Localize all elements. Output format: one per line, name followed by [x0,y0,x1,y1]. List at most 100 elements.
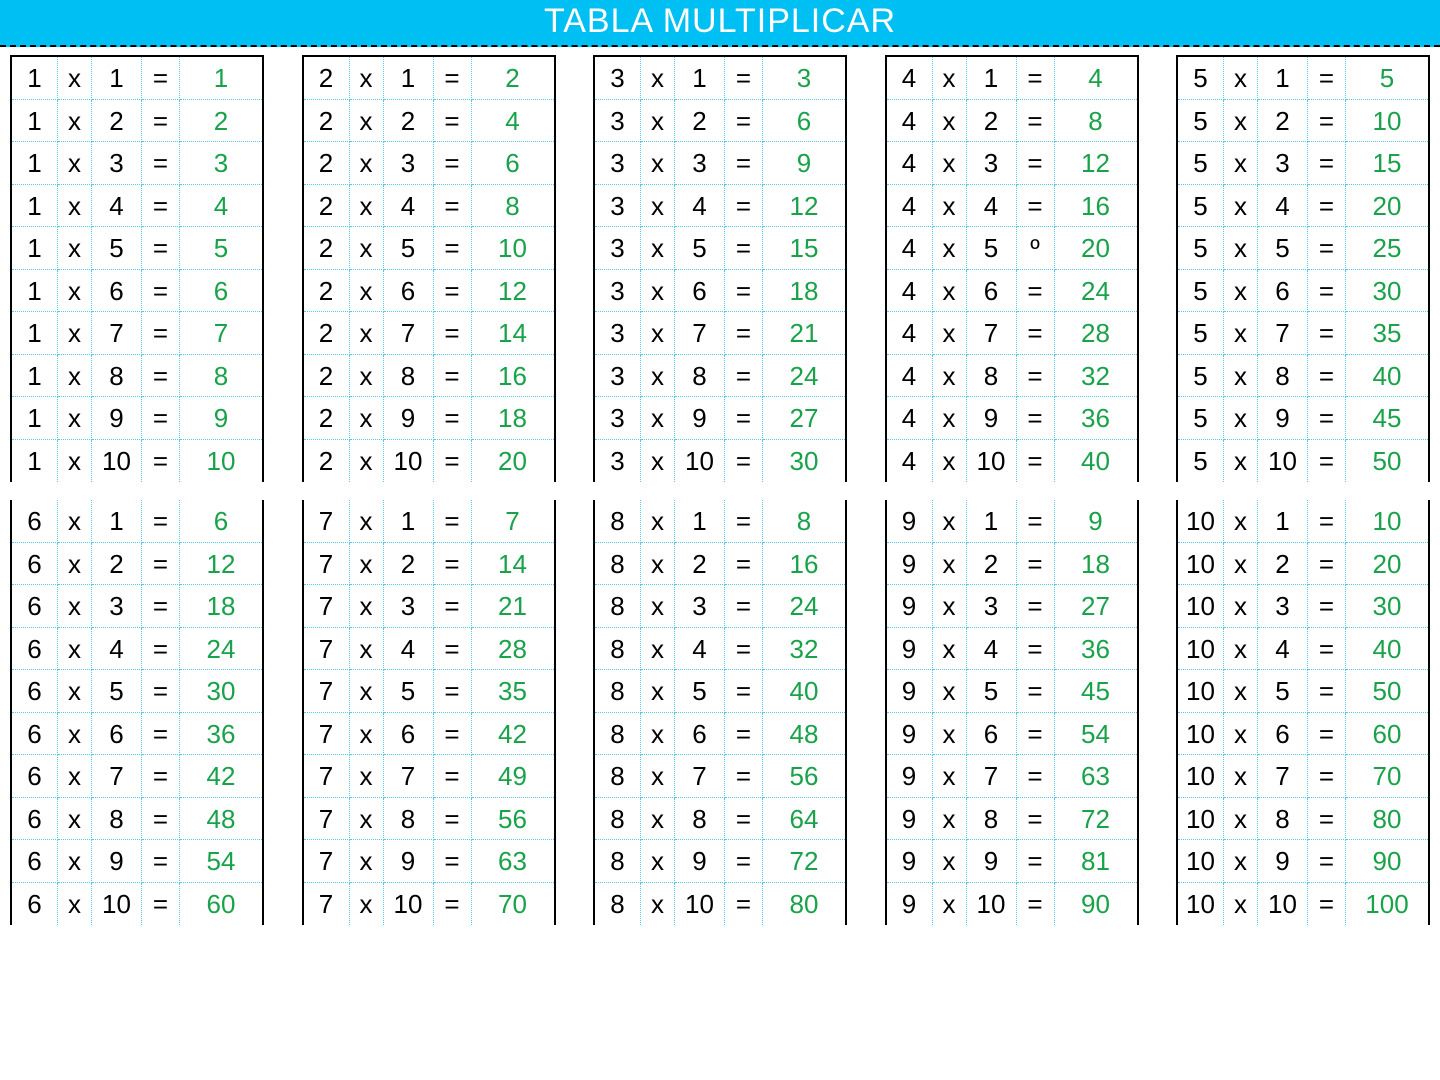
multiplier: 4 [1258,628,1308,671]
times-symbol: x [350,57,384,100]
multiplier: 1 [384,57,434,100]
result: 14 [472,312,554,355]
times-symbol: x [350,670,384,713]
multiplier: 2 [384,100,434,143]
result: 42 [180,755,262,798]
result: 40 [763,670,845,713]
equals-symbol: = [142,840,180,883]
result: 16 [472,355,554,398]
table-row: 4x2=8 [887,100,1137,143]
multiplicand: 3 [595,227,641,270]
multiplicand: 8 [595,713,641,756]
multiplier: 4 [384,628,434,671]
multiplier: 1 [384,500,434,543]
multiplicand: 5 [1178,397,1224,440]
multiplier: 8 [92,355,142,398]
multiplier: 7 [675,755,725,798]
multiplier: 9 [675,397,725,440]
table-row: 3x1=3 [595,57,845,100]
equals-symbol: = [1017,440,1055,483]
table-row: 6x8=48 [12,798,262,841]
result: 60 [180,883,262,926]
multiplier: 10 [384,883,434,926]
multiplicand: 4 [887,397,933,440]
multiplicand: 2 [304,142,350,185]
equals-symbol: = [1017,840,1055,883]
table-row: 9x6=54 [887,713,1137,756]
result: 24 [763,355,845,398]
table-row: 1x2=2 [12,100,262,143]
multiplicand: 2 [304,312,350,355]
table-row: 10x10=100 [1178,883,1428,926]
times-symbol: x [641,628,675,671]
equals-symbol: = [725,100,763,143]
result: 30 [1346,270,1428,313]
times-symbol: x [933,883,967,926]
times-symbol: x [350,755,384,798]
multiplicand: 9 [887,755,933,798]
equals-symbol: = [142,798,180,841]
table-row: 10x4=40 [1178,628,1428,671]
times-symbol: x [933,270,967,313]
equals-symbol: = [1308,57,1346,100]
multiplier: 1 [92,57,142,100]
table-row: 6x6=36 [12,713,262,756]
multiplicand: 10 [1178,755,1224,798]
multiplicand: 5 [1178,142,1224,185]
table-row: 8x3=24 [595,585,845,628]
table-row: 8x10=80 [595,883,845,926]
table-row: 5x7=35 [1178,312,1428,355]
times-symbol: x [1224,628,1258,671]
equals-symbol: = [434,670,472,713]
table-row: 8x9=72 [595,840,845,883]
table-row: 7x10=70 [304,883,554,926]
equals-symbol: = [1017,670,1055,713]
result: 12 [472,270,554,313]
equals-symbol: = [142,500,180,543]
times-symbol: x [933,840,967,883]
times-symbol: x [350,543,384,586]
multiplicand: 3 [595,57,641,100]
times-symbol: x [58,840,92,883]
multiplicand: 6 [12,755,58,798]
multiplicand: 9 [887,670,933,713]
result: 12 [1055,142,1137,185]
result: 40 [1346,355,1428,398]
table-row: 3x2=6 [595,100,845,143]
equals-symbol: = [1017,312,1055,355]
table-row: 10x2=20 [1178,543,1428,586]
result: 40 [1055,440,1137,483]
times-symbol: x [1224,543,1258,586]
times-symbol: x [641,397,675,440]
multiplier: 6 [967,270,1017,313]
table-row: 2x2=4 [304,100,554,143]
multiplier: 8 [1258,798,1308,841]
multiplier: 1 [675,500,725,543]
times-symbol: x [641,500,675,543]
multiplier: 7 [967,755,1017,798]
result: 50 [1346,670,1428,713]
table-row: 1x6=6 [12,270,262,313]
table-row: 5x4=20 [1178,185,1428,228]
times-symbol: x [350,270,384,313]
equals-symbol: = [142,883,180,926]
table-block-4: 4x1=44x2=84x3=124x4=164x5º204x6=244x7=28… [885,55,1139,482]
result: 32 [1055,355,1137,398]
equals-symbol: = [1308,670,1346,713]
equals-symbol: = [725,440,763,483]
multiplier: 9 [92,840,142,883]
multiplicand: 1 [12,142,58,185]
times-symbol: x [58,500,92,543]
multiplicand: 4 [887,270,933,313]
equals-symbol: = [142,585,180,628]
multiplier: 8 [967,798,1017,841]
result: 3 [180,142,262,185]
multiplicand: 10 [1178,500,1224,543]
result: 6 [763,100,845,143]
multiplier: 4 [92,628,142,671]
equals-symbol: = [434,270,472,313]
times-symbol: x [641,270,675,313]
result: 81 [1055,840,1137,883]
multiplicand: 8 [595,840,641,883]
table-row: 7x7=49 [304,755,554,798]
